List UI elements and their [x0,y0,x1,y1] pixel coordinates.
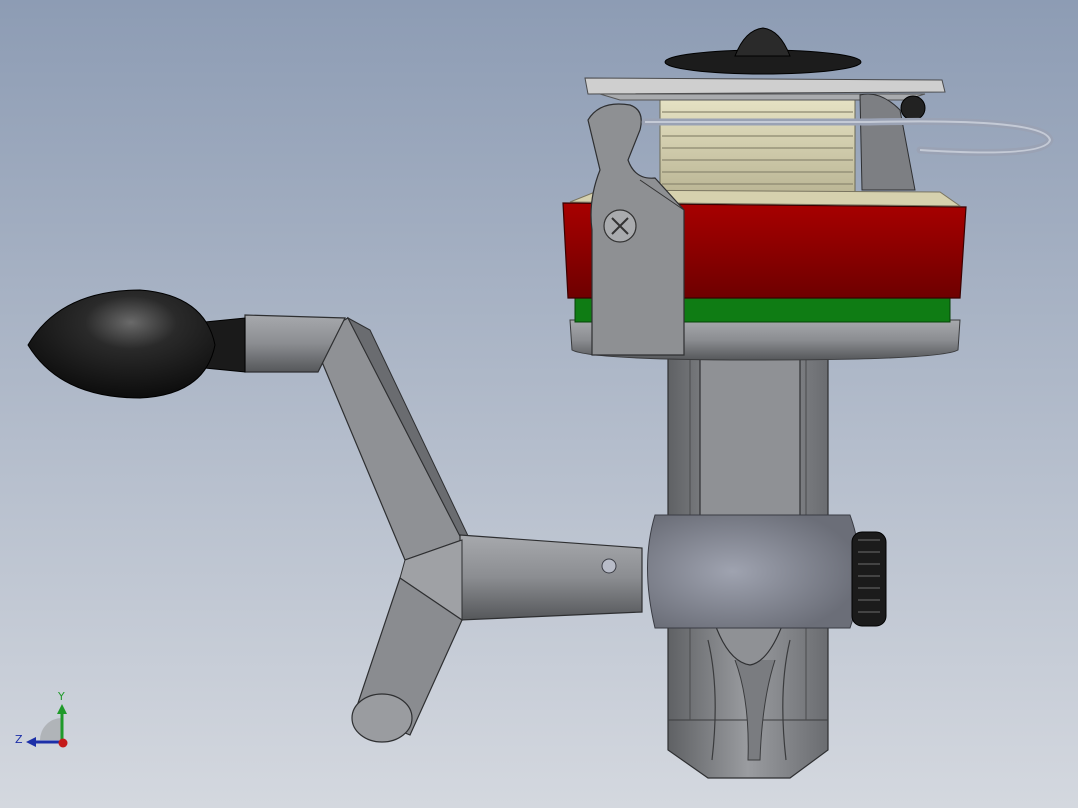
crank-shaft[interactable] [459,534,643,621]
shaft-pin [601,558,617,574]
z-axis-label: Z [15,733,23,746]
counterweight-end [351,693,413,743]
y-axis-label: Y [57,690,65,703]
x-axis-dot [58,738,68,748]
rotor-housing[interactable] [647,514,861,629]
cad-viewport[interactable]: Y Z [0,0,1078,808]
line-roller[interactable] [900,95,926,121]
model-view[interactable]: Y Z [0,0,1078,808]
drag-knob[interactable] [851,531,887,627]
